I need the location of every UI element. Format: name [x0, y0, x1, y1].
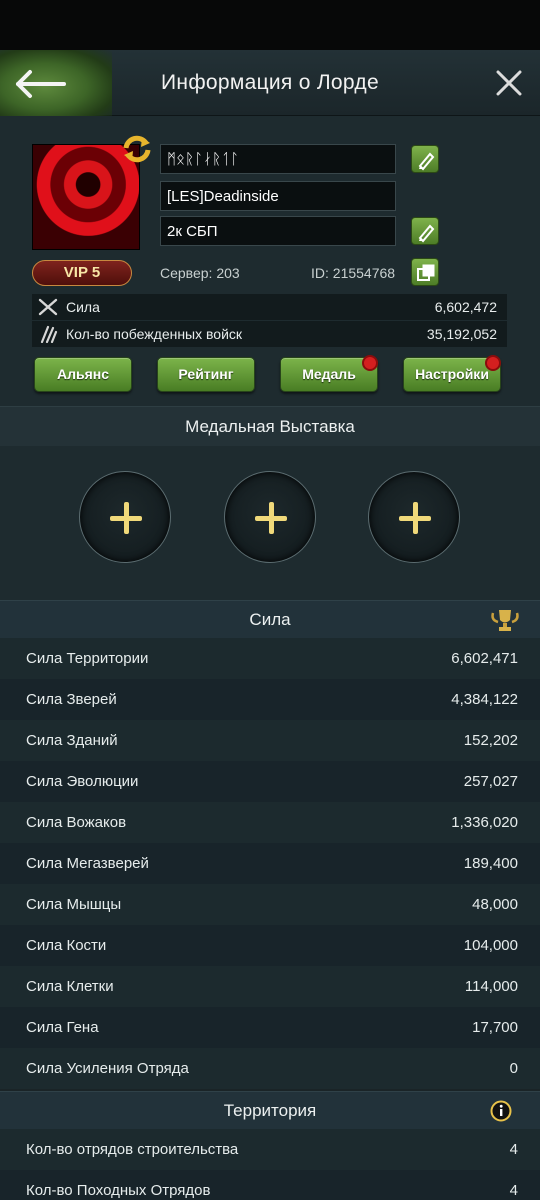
power-stat-label: Сила	[66, 299, 100, 315]
medal-notification-badge	[362, 355, 378, 371]
kills-stat-row: Кол-во побежденных войск 35,192,052	[32, 321, 507, 347]
crossed-swords-icon	[38, 298, 58, 316]
row-label: Сила Территории	[26, 650, 149, 667]
row-label: Сила Вожаков	[26, 814, 127, 831]
medal-slot-2[interactable]	[224, 471, 316, 563]
territory-section-title: Территория	[223, 1101, 317, 1120]
refresh-icon	[123, 135, 151, 163]
row-value: 104,000	[463, 937, 518, 954]
power-row: Сила Эволюции 257,027	[0, 761, 540, 802]
power-row: Сила Зверей 4,384,122	[0, 679, 540, 720]
territory-section-header: Территория	[0, 1091, 540, 1129]
row-label: Кол-во Походных Отрядов	[26, 1182, 211, 1199]
row-value: 4	[509, 1182, 518, 1199]
row-label: Сила Усиления Отряда	[26, 1060, 189, 1077]
power-stat-row: Сила 6,602,472	[32, 294, 507, 320]
player-id-label: ID: 21554768	[311, 265, 396, 281]
row-value: 0	[509, 1060, 518, 1077]
copy-icon	[417, 264, 435, 281]
power-row: Сила Усиления Отряда 0	[0, 1048, 540, 1089]
row-value: 152,202	[463, 732, 518, 749]
copy-id-button[interactable]	[411, 258, 439, 286]
claw-marks-icon	[40, 325, 58, 343]
close-button[interactable]	[494, 68, 524, 98]
server-label: Сервер: 203	[160, 265, 240, 281]
close-icon	[496, 70, 522, 96]
row-value: 48,000	[472, 896, 518, 913]
pencil-icon	[418, 224, 435, 243]
medal-exhibition-header: Медальная Выставка	[0, 406, 540, 446]
row-value: 4	[509, 1141, 518, 1158]
row-label: Сила Мегазверей	[26, 855, 149, 872]
territory-row: Кол-во отрядов строительства 4	[0, 1129, 540, 1170]
row-label: Сила Эволюции	[26, 773, 139, 790]
row-value: 257,027	[463, 773, 518, 790]
kills-stat-value: 35,192,052	[426, 326, 497, 342]
power-section-title: Сила	[249, 610, 291, 629]
row-value: 189,400	[463, 855, 518, 872]
lord-name-field: ᛗᛟᚱᛚᛅᚱᛐᛚ	[160, 144, 396, 174]
kills-stat-label: Кол-во побежденных войск	[66, 326, 243, 342]
header: Информация о Лорде	[0, 50, 540, 116]
info-icon[interactable]	[490, 1100, 512, 1122]
power-section-header: Сила	[0, 600, 540, 638]
power-stat-value: 6,602,472	[434, 299, 497, 315]
medal-slot-1[interactable]	[79, 471, 171, 563]
row-value: 17,700	[472, 1019, 518, 1036]
power-row: Сила Гена 17,700	[0, 1007, 540, 1048]
row-value: 114,000	[464, 978, 518, 995]
power-row: Сила Зданий 152,202	[0, 720, 540, 761]
edit-name-button[interactable]	[411, 145, 439, 173]
back-button[interactable]	[12, 64, 72, 104]
row-label: Сила Зверей	[26, 691, 117, 708]
power-row: Сила Мышцы 48,000	[0, 884, 540, 925]
row-label: Кол-во отрядов строительства	[26, 1141, 239, 1158]
change-avatar-button[interactable]	[120, 134, 154, 164]
edit-signature-button[interactable]	[411, 217, 439, 245]
power-row: Сила Вожаков 1,336,020	[0, 802, 540, 843]
row-label: Сила Кости	[26, 937, 107, 954]
vip-badge[interactable]: VIP 5	[32, 260, 132, 286]
alliance-button[interactable]: Альянс	[34, 357, 132, 392]
trophy-icon[interactable]	[490, 607, 520, 633]
pencil-icon	[418, 152, 435, 171]
row-value: 4,384,122	[451, 691, 518, 708]
row-label: Сила Зданий	[26, 732, 118, 749]
back-arrow-icon	[16, 70, 66, 98]
medal-slot-3[interactable]	[368, 471, 460, 563]
power-row: Сила Клетки 114,000	[0, 966, 540, 1007]
power-row: Сила Кости 104,000	[0, 925, 540, 966]
settings-notification-badge	[485, 355, 501, 371]
territory-row: Кол-во Походных Отрядов 4	[0, 1170, 540, 1200]
status-bar-area	[0, 0, 540, 50]
row-label: Сила Мышцы	[26, 896, 122, 913]
signature-field: 2к СБП	[160, 216, 396, 246]
row-label: Сила Гена	[26, 1019, 99, 1036]
row-label: Сила Клетки	[26, 978, 114, 995]
power-row: Сила Территории 6,602,471	[0, 638, 540, 679]
power-row: Сила Мегазверей 189,400	[0, 843, 540, 884]
page-title: Информация о Лорде	[161, 71, 379, 94]
row-value: 6,602,471	[451, 650, 518, 667]
alliance-tag-field: [LES]Deadinside	[160, 181, 396, 211]
rating-button[interactable]: Рейтинг	[157, 357, 255, 392]
row-value: 1,336,020	[451, 814, 518, 831]
